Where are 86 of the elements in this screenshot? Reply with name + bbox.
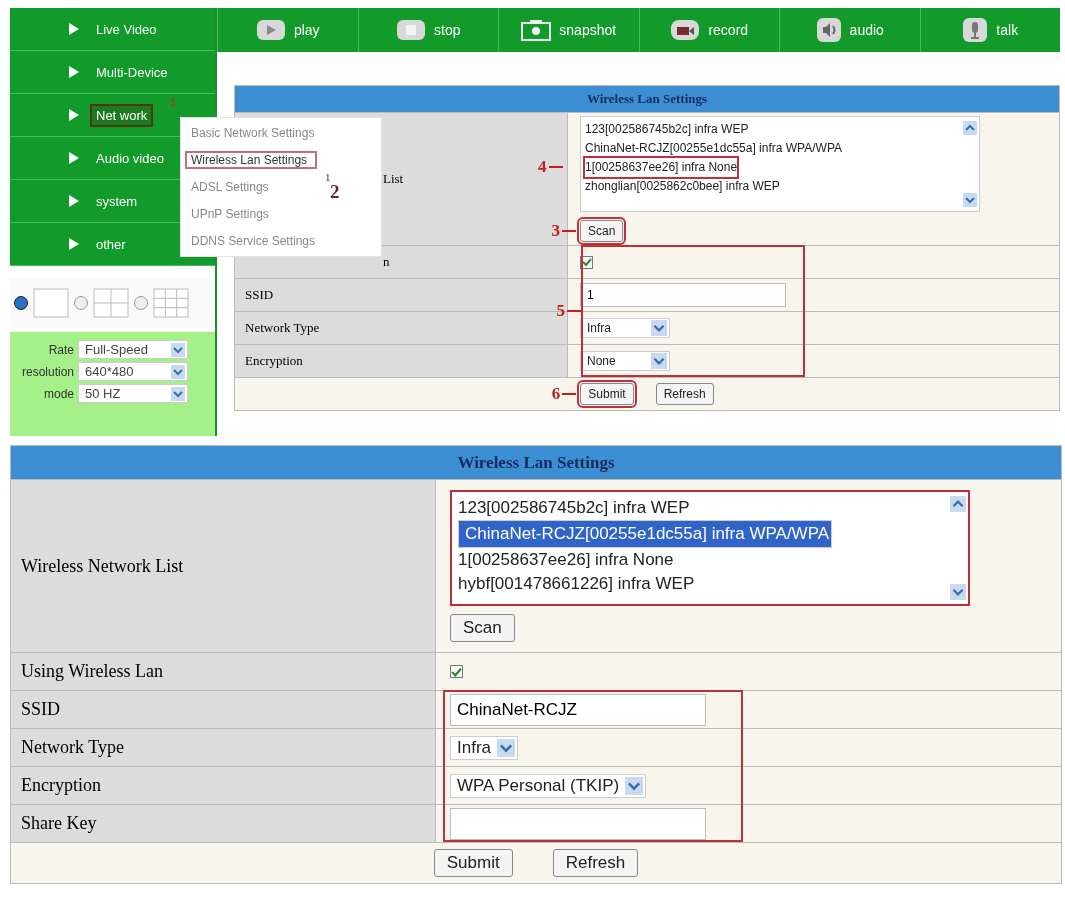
chevron-icon: [625, 776, 644, 795]
callout-number: 2: [330, 181, 340, 203]
form-button[interactable]: Refresh: [552, 849, 639, 877]
field-label: n: [383, 254, 390, 270]
stop-icon: [396, 19, 426, 41]
form-button[interactable]: Submit: [433, 849, 513, 877]
field-label: List: [383, 171, 404, 187]
form-button[interactable]: Submit: [580, 383, 634, 405]
field-label: Encryption: [245, 353, 303, 369]
play-icon: [255, 19, 286, 41]
nav-link[interactable]: Multi-Device: [90, 60, 174, 84]
field-label: Share Key: [21, 813, 97, 834]
radio-button[interactable]: [74, 296, 88, 310]
radio-button[interactable]: [134, 296, 148, 310]
network-listbox[interactable]: 123[002586745b2c] infra WEP ChinaNet-RCJZ[00255e1dc55a] infra WPA/WPA 1[00258637ee26] infra None zhonglian[0025862c0bee] infra WEP: [580, 116, 980, 212]
panel-title: Wireless Lan Settings: [457, 452, 615, 473]
field-label: Network Type: [245, 320, 320, 336]
text-field[interactable]: [450, 807, 706, 840]
network-list-item[interactable]: zhonglian[0025862c0bee] infra WEP: [585, 177, 780, 196]
field-label: Encryption: [21, 775, 101, 796]
menu-item[interactable]: UPnP Settings: [181, 205, 279, 223]
microphone-icon: [962, 17, 989, 43]
field-label: SSID: [21, 699, 60, 720]
scroll-down-icon[interactable]: [963, 193, 977, 207]
triangle-icon: [68, 65, 80, 79]
dropdown[interactable]: Full-Speed: [78, 340, 188, 359]
callout-number: 1: [170, 97, 176, 108]
scroll-up-icon[interactable]: [950, 496, 966, 512]
callout-number: 5: [556, 301, 581, 321]
callout-number: 6: [551, 384, 577, 404]
chevron-icon: [171, 364, 185, 379]
network-list-item[interactable]: 123[002586745b2c] infra WEP: [585, 120, 749, 139]
dropdown[interactable]: 50 HZ: [78, 384, 188, 403]
form-button[interactable]: Refresh: [655, 383, 714, 405]
dropdown[interactable]: Infra: [450, 735, 519, 760]
dropdown[interactable]: Infra: [580, 318, 670, 338]
text-field[interactable]: ChinaNet-RCJZ: [450, 693, 706, 726]
triangle-icon: [68, 108, 80, 122]
scroll-down-icon[interactable]: [950, 584, 966, 600]
network-list-item[interactable]: ChinaNet-RCJZ[00255e1dc55a] infra WPA/WPA: [458, 520, 833, 548]
triangle-icon: [68, 237, 80, 251]
triangle-icon: [68, 151, 80, 165]
callout-number: 4: [538, 157, 563, 177]
menu-item[interactable]: ADSL Settings: [181, 178, 279, 196]
chevron-icon: [497, 738, 516, 757]
field-label: SSID: [245, 287, 274, 303]
field-label: Wireless Network List: [21, 555, 184, 577]
triangle-icon: [68, 22, 80, 36]
network-listbox[interactable]: 123[002586745b2c] infra WEP ChinaNet-RCJZ[00255e1dc55a] infra WPA/WPA 1[00258637ee26] infra None hybf[001478661226] infra WEP: [450, 490, 970, 606]
text-field[interactable]: 1: [580, 283, 786, 307]
menu-item[interactable]: DDNS Service Settings: [181, 232, 326, 250]
checkbox[interactable]: [450, 665, 463, 678]
triangle-icon: [68, 194, 80, 208]
network-list-item[interactable]: 1[00258637ee26] infra None: [585, 158, 738, 177]
dropdown[interactable]: 640*480: [78, 362, 188, 381]
nav-link[interactable]: Live Video: [90, 17, 163, 41]
network-list-item[interactable]: ChinaNet-RCJZ[00255e1dc55a] infra WPA/WPA: [585, 139, 842, 158]
field-label: Using Wireless Lan: [21, 661, 163, 682]
setting-label: Rate: [47, 342, 74, 357]
speaker-icon: [815, 17, 842, 43]
nav-link[interactable]: other: [90, 232, 132, 256]
chevron-icon: [171, 342, 185, 357]
field-label: Network Type: [21, 737, 124, 758]
network-list-item[interactable]: hybf[001478661226] infra WEP: [458, 572, 695, 596]
chevron-icon: [651, 320, 667, 336]
dropdown[interactable]: None: [580, 351, 670, 371]
setting-label: mode: [42, 386, 74, 401]
camera-icon: [670, 19, 701, 41]
network-list-item[interactable]: 123[002586745b2c] infra WEP: [458, 496, 690, 520]
nav-link[interactable]: Audio video: [90, 146, 170, 170]
nav-link[interactable]: Net work: [90, 103, 154, 127]
panel-title: Wireless Lan Settings: [586, 91, 708, 107]
menu-item[interactable]: Basic Network Settings: [181, 124, 325, 142]
callout-number: 3: [551, 221, 576, 241]
callout-number: 1: [325, 171, 331, 183]
setting-label: resolution: [20, 364, 74, 379]
scan-button[interactable]: Scan: [580, 220, 624, 242]
chevron-icon: [171, 386, 185, 401]
nav-link[interactable]: system: [90, 189, 144, 213]
network-list-item[interactable]: 1[00258637ee26] infra None: [458, 548, 674, 572]
camera-icon: [521, 19, 552, 41]
radio-button[interactable]: [14, 296, 28, 310]
scan-button[interactable]: Scan: [450, 614, 515, 642]
dropdown[interactable]: WPA Personal (TKIP): [450, 773, 647, 798]
chevron-icon: [651, 353, 667, 369]
scroll-up-icon[interactable]: [963, 121, 977, 135]
